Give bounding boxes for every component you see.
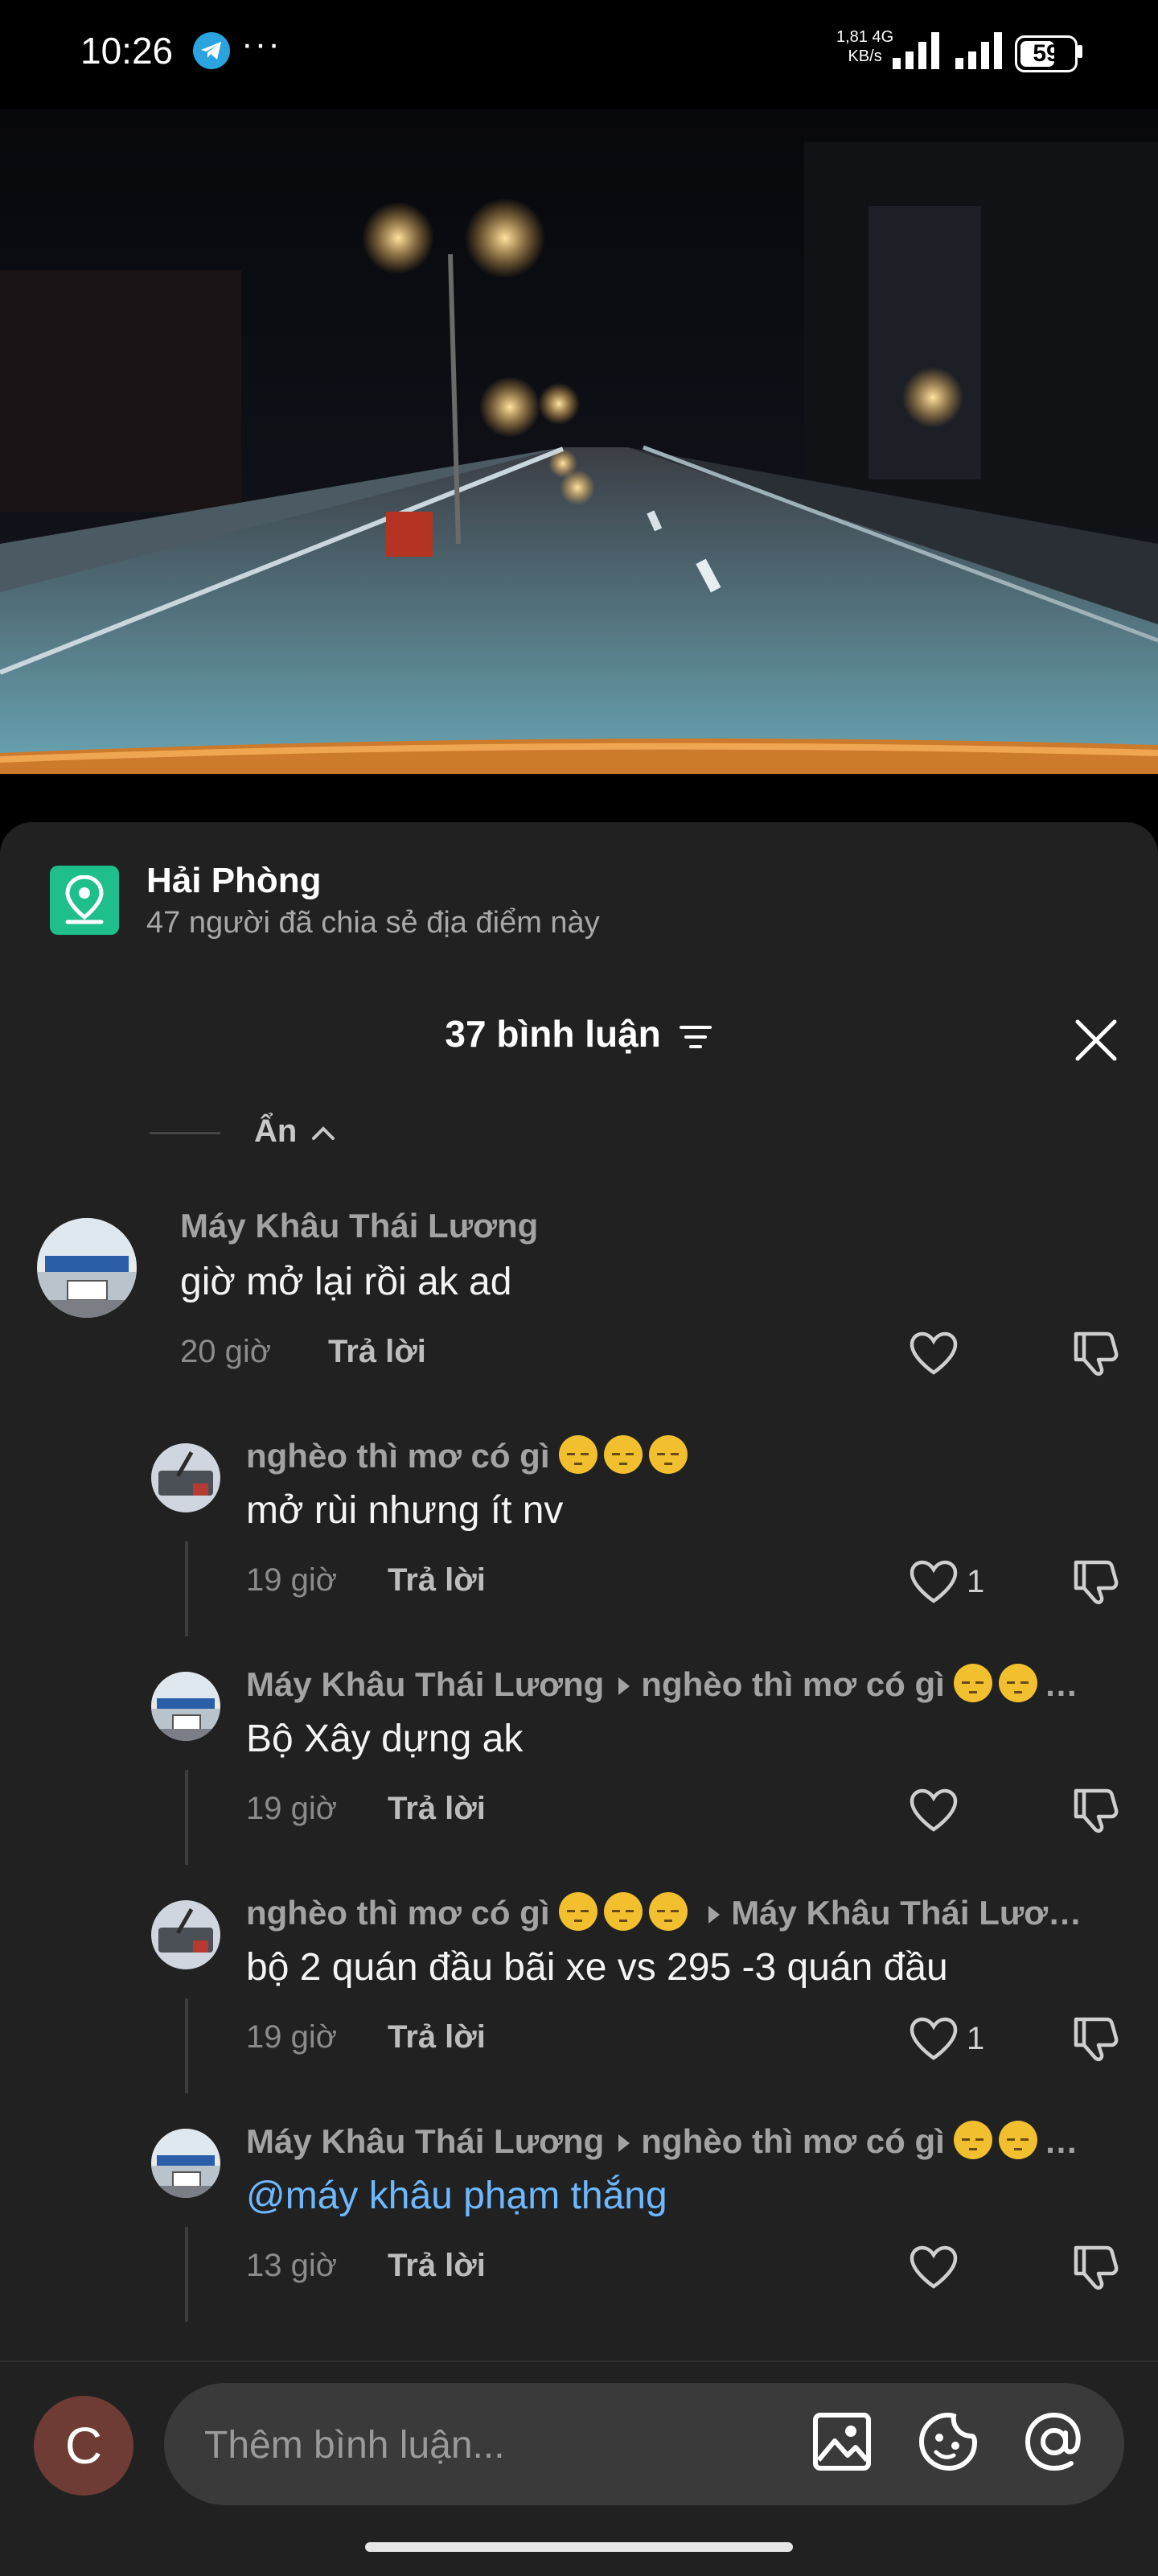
sleeping-emoji-icon	[999, 1664, 1038, 1702]
sort-filter-icon[interactable]	[678, 1023, 713, 1051]
sleeping-emoji-icon	[559, 1892, 598, 1931]
comments-count-header[interactable]: 37 bình luận	[0, 1012, 1158, 1056]
status-bar: 10:26 ··· 1,81 4G KB/s 59	[0, 0, 1158, 109]
avatar[interactable]	[151, 1672, 220, 1741]
avatar[interactable]	[151, 1443, 220, 1512]
location-subtitle: 47 người đã chia sẻ địa điểm này	[146, 906, 600, 940]
dislike-icon[interactable]	[1073, 2014, 1123, 2063]
hide-replies-button[interactable]: Ẩn	[254, 1113, 336, 1150]
heart-icon[interactable]	[909, 1559, 959, 1604]
reply-to-arrow-icon	[618, 1677, 630, 1695]
comment-time: 13 giờ	[246, 2248, 337, 2283]
like-count: 1	[967, 1564, 985, 1599]
reply-to-arrow-icon	[618, 2134, 630, 2152]
comment-time: 19 giờ	[246, 2019, 337, 2055]
comment-time: 19 giờ	[246, 1562, 337, 1598]
more-notifications-icon: ···	[241, 24, 281, 64]
reply-button[interactable]: Trả lời	[328, 1334, 426, 1370]
reply-to-arrow-icon	[708, 1905, 721, 1924]
comment-text: Bộ Xây dựng ak	[246, 1718, 524, 1760]
dislike-icon[interactable]	[1073, 1786, 1123, 1834]
comment-text: giờ mở lại rồi ak ad	[180, 1261, 512, 1303]
battery-level: 59	[1033, 40, 1060, 67]
sleeping-emoji-icon	[954, 1664, 993, 1702]
thread-line	[185, 1541, 188, 1636]
comment-text: bộ 2 quán đầu bãi xe vs 295 -3 quán đầu	[246, 1946, 948, 1989]
user-avatar[interactable]: C	[34, 2396, 133, 2496]
heart-icon[interactable]	[909, 1331, 959, 1376]
reply-to-name: Máy Khâu Thái Lươ…	[731, 1894, 1082, 1932]
sleeping-emoji-icon	[604, 1435, 643, 1474]
network-speed: 1,81 4G KB/s	[836, 28, 894, 65]
home-indicator[interactable]	[365, 2542, 793, 2552]
comment-author-name: Máy Khâu Thái Lương	[246, 2122, 605, 2160]
reply-to-name: nghèo thì mơ có gì	[641, 2122, 945, 2160]
chevron-up-icon	[312, 1126, 335, 1141]
reply-button[interactable]: Trả lời	[388, 1562, 486, 1599]
dislike-icon[interactable]	[1073, 1558, 1123, 1606]
signal-icon	[893, 32, 939, 69]
sleeping-emoji-icon	[954, 2121, 993, 2159]
reply-to-ellipsis: …	[1044, 2122, 1078, 2160]
reply-button[interactable]: Trả lời	[388, 1791, 486, 1827]
avatar[interactable]	[151, 2129, 220, 2198]
heart-icon[interactable]	[909, 2245, 959, 2290]
reply-button[interactable]: Trả lời	[388, 2248, 486, 2284]
location-pin-icon[interactable]	[50, 866, 119, 935]
battery-cap	[1078, 45, 1082, 58]
video-frame	[0, 109, 1158, 779]
reply-button[interactable]: Trả lời	[388, 2019, 486, 2055]
avatar[interactable]	[37, 1218, 137, 1318]
dislike-icon[interactable]	[1073, 1329, 1123, 1377]
comment-author-name: nghèo thì mơ có gì	[246, 1894, 550, 1932]
status-time: 10:26	[80, 30, 174, 72]
sleeping-emoji-icon	[999, 2121, 1038, 2159]
video-player[interactable]	[0, 109, 1158, 779]
comments-count-title: 37 bình luận	[445, 1013, 661, 1055]
comment-author[interactable]: Máy Khâu Thái Lương	[180, 1207, 538, 1245]
sleeping-emoji-icon	[649, 1435, 688, 1474]
comment-author-name: Máy Khâu Thái Lương	[246, 1665, 605, 1703]
dislike-icon[interactable]	[1073, 2243, 1123, 2291]
comment-author-name: nghèo thì mơ có gì	[246, 1437, 550, 1475]
comment-time: 20 giờ	[180, 1334, 271, 1369]
comment-author[interactable]: nghèo thì mơ có gì	[246, 1435, 694, 1475]
reply-to-name: nghèo thì mơ có gì	[641, 1665, 945, 1703]
hide-replies-label: Ẩn	[254, 1113, 298, 1149]
close-icon[interactable]	[1073, 1017, 1119, 1064]
comment-time: 19 giờ	[246, 1791, 337, 1826]
thread-line	[185, 1998, 188, 2093]
comment-input[interactable]	[203, 2412, 785, 2478]
like-count: 1	[967, 2021, 985, 2056]
telegram-icon	[193, 32, 230, 69]
signal-icon-2	[955, 32, 1002, 69]
comment-author[interactable]: Máy Khâu Thái Lương nghèo thì mơ có gì …	[246, 1664, 1131, 1704]
sleeping-emoji-icon	[649, 1892, 688, 1931]
thread-line	[185, 2227, 188, 2322]
location-title[interactable]: Hải Phòng	[146, 861, 322, 901]
sleeping-emoji-icon	[604, 1892, 643, 1931]
heart-icon[interactable]	[909, 1788, 959, 1833]
sleeping-emoji-icon	[559, 1435, 598, 1474]
mention-at-icon[interactable]	[1021, 2409, 1087, 2475]
thread-line	[185, 1770, 188, 1865]
reply-to-ellipsis: …	[1044, 1665, 1078, 1703]
comment-text: mở rùi nhưng ít nv	[246, 1489, 564, 1532]
avatar[interactable]	[151, 1900, 220, 1969]
heart-icon[interactable]	[909, 2016, 959, 2061]
divider	[150, 1132, 220, 1134]
emoji-sticker-icon[interactable]	[915, 2409, 981, 2475]
mention-link[interactable]: @máy khâu phạm thắng	[246, 2174, 667, 2218]
comment-author[interactable]: nghèo thì mơ có gì Máy Khâu Thái Lươ…	[246, 1892, 1131, 1932]
image-icon[interactable]	[809, 2409, 875, 2475]
comment-author[interactable]: Máy Khâu Thái Lương nghèo thì mơ có gì …	[246, 2121, 1131, 2161]
